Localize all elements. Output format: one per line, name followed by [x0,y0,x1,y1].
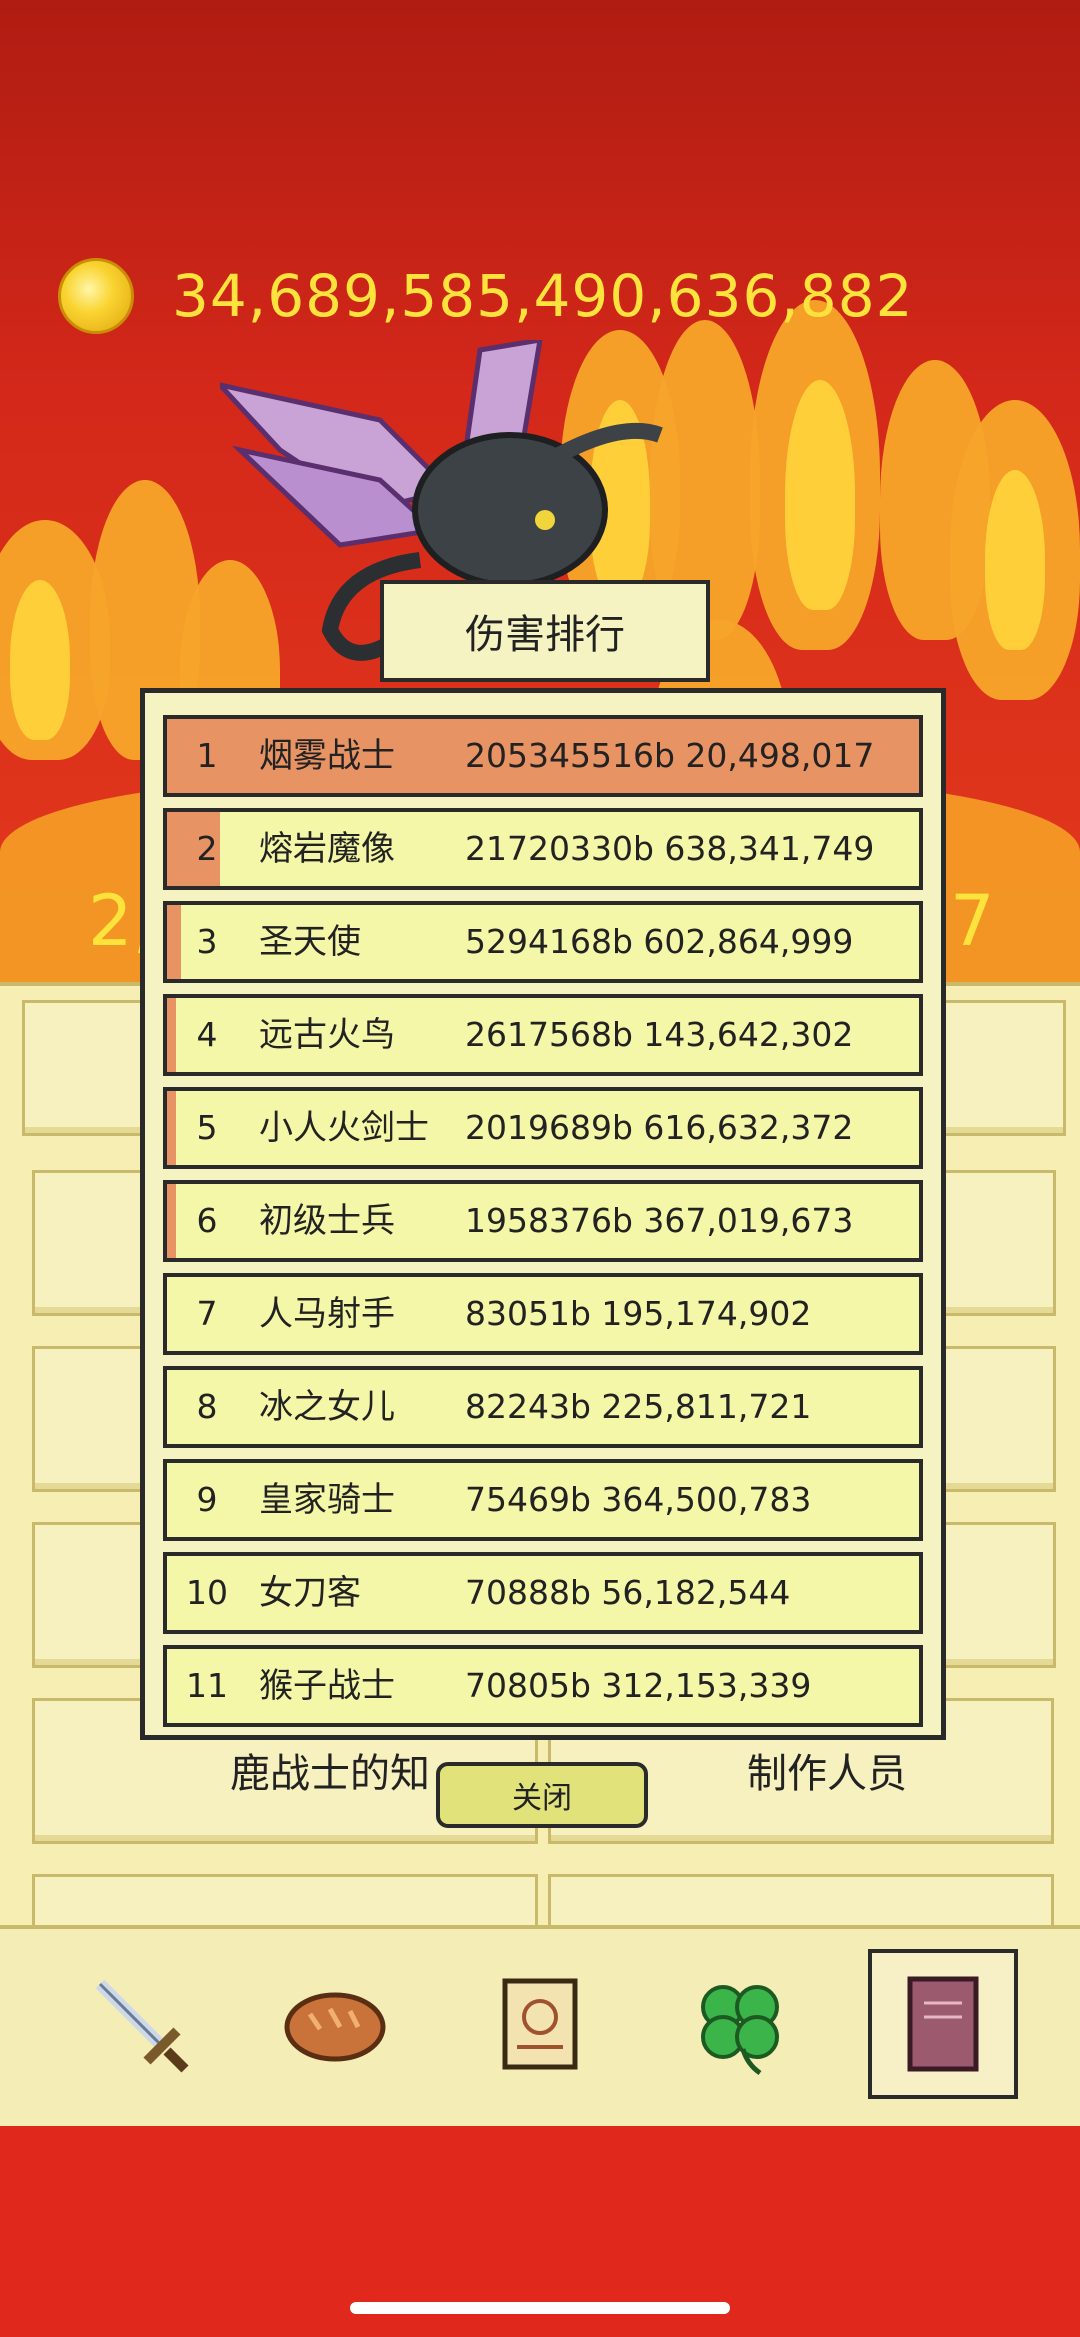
ranking-title-text: 伤害排行 [465,612,625,658]
unit-name: 远古火鸟 [259,1015,395,1055]
ranking-row[interactable]: 8 冰之女儿 82243b 225,811,721 [163,1366,923,1448]
unit-name: 圣天使 [259,922,361,962]
menu-tile-4[interactable] [930,1170,1056,1316]
unit-name: 烟雾战士 [259,736,395,776]
damage-value: 2019689b 616,632,372 [465,1108,854,1147]
ranking-list[interactable]: 1 烟雾战士 205345516b 20,498,017 2 熔岩魔像 21720330b… [163,715,923,1738]
nav-sword[interactable] [65,1949,215,2099]
nav-clover[interactable] [665,1949,815,2099]
rank-number: 3 [196,922,218,961]
ranking-row[interactable]: 5 小人火剑士 2019689b 616,632,372 [163,1087,923,1169]
damage-value: 1958376b 367,019,673 [465,1201,854,1240]
damage-value: 70805b 312,153,339 [465,1666,812,1705]
ranking-row[interactable]: 2 熔岩魔像 21720330b 638,341,749 [163,808,923,890]
damage-value: 5294168b 602,864,999 [465,922,854,961]
damage-value: 205345516b 20,498,017 [465,736,875,775]
rank-number: 10 [186,1573,228,1612]
gold-amount: 34,689,585,490,636,882 [172,262,914,330]
nav-scroll[interactable] [465,1949,615,2099]
ranking-row[interactable]: 6 初级士兵 1958376b 367,019,673 [163,1180,923,1262]
ranking-dialog: 1 烟雾战士 205345516b 20,498,017 2 熔岩魔像 21720330b… [140,688,946,1740]
unit-name: 冰之女儿 [259,1387,395,1427]
ranking-row[interactable]: 4 远古火鸟 2617568b 143,642,302 [163,994,923,1076]
close-label: 关闭 [512,1781,572,1816]
menu-tile-6[interactable] [930,1346,1056,1492]
rank-number: 9 [196,1480,218,1519]
rank-number: 5 [196,1108,218,1147]
unit-name: 熔岩魔像 [259,829,395,869]
rank-number: 6 [196,1201,218,1240]
home-indicator [350,2302,730,2314]
gold-coin-icon [58,258,134,334]
ranking-row[interactable]: 1 烟雾战士 205345516b 20,498,017 [163,715,923,797]
ranking-row[interactable]: 11 猴子战士 70805b 312,153,339 [163,1645,923,1727]
unit-name: 女刀客 [259,1573,361,1613]
bottom-nav [0,1925,1080,2124]
knowledge-label: 鹿战士的知 [230,1751,430,1797]
scroll-icon [502,1978,578,2070]
rank-number: 11 [186,1666,228,1705]
sword-icon [95,1979,189,2073]
ranking-row[interactable]: 3 圣天使 5294168b 602,864,999 [163,901,923,983]
ranking-row[interactable]: 10 女刀客 70888b 56,182,544 [163,1552,923,1634]
ranking-row[interactable]: 9 皇家骑士 75469b 364,500,783 [163,1459,923,1541]
close-button[interactable]: 关闭 [436,1762,648,1828]
menu-tile-8[interactable] [930,1522,1056,1668]
bread-icon [284,1992,386,2062]
unit-name: 初级士兵 [259,1201,395,1241]
nav-book[interactable] [868,1949,1018,2099]
book-icon [907,1976,979,2072]
damage-value: 82243b 225,811,721 [465,1387,812,1426]
damage-value: 75469b 364,500,783 [465,1480,812,1519]
ranking-row[interactable]: 7 人马射手 83051b 195,174,902 [163,1273,923,1355]
unit-name: 小人火剑士 [259,1108,429,1148]
damage-value: 2617568b 143,642,302 [465,1015,854,1054]
boss-hp-right: 7 [950,880,995,962]
unit-name: 猴子战士 [259,1666,395,1706]
rank-number: 8 [196,1387,218,1426]
unit-name: 人马射手 [259,1294,395,1334]
rank-number: 2 [196,829,218,868]
credits-label: 制作人员 [747,1751,907,1797]
ranking-title: 伤害排行 [380,580,710,682]
clover-icon [701,1985,779,2076]
rank-number: 1 [196,736,218,775]
rank-number: 4 [196,1015,218,1054]
damage-value: 70888b 56,182,544 [465,1573,791,1612]
currency-display: 34,689,585,490,636,882 [58,258,914,334]
unit-name: 皇家骑士 [259,1480,395,1520]
damage-value: 83051b 195,174,902 [465,1294,812,1333]
nav-bread[interactable] [260,1949,410,2099]
rank-number: 7 [196,1294,218,1333]
damage-value: 21720330b 638,341,749 [465,829,875,868]
